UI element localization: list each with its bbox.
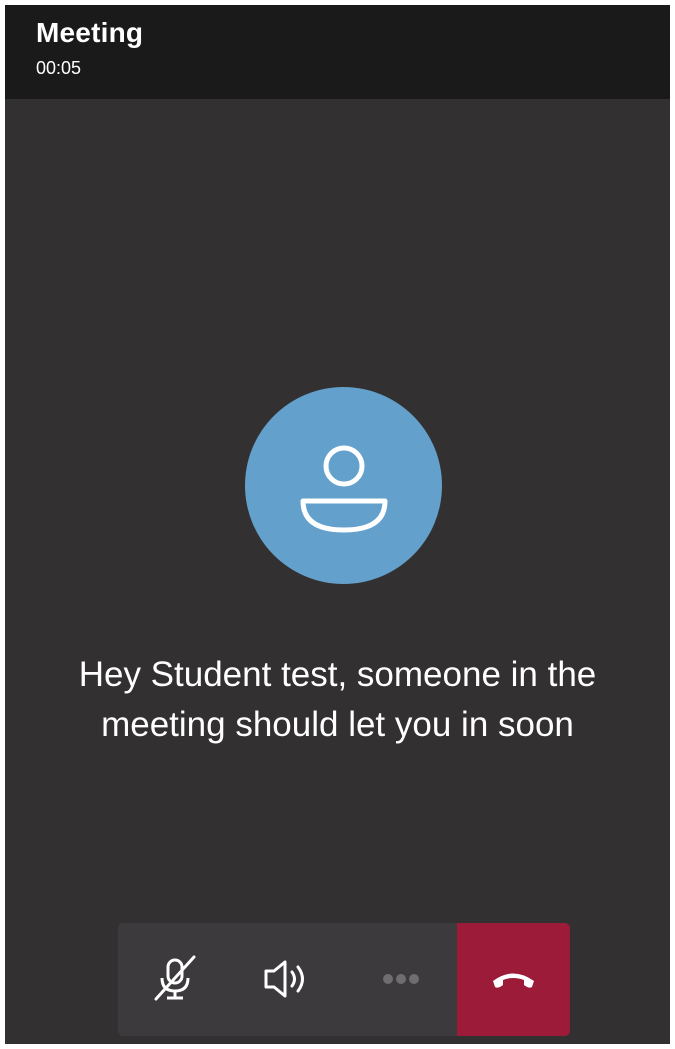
- speaker-button[interactable]: [231, 923, 344, 1036]
- meeting-header: Meeting 00:05: [5, 5, 670, 99]
- person-icon: [300, 445, 388, 533]
- microphone-muted-icon: [154, 955, 196, 1001]
- avatar: [245, 387, 442, 584]
- lobby-message-line-2: meeting should let you in soon: [101, 705, 574, 744]
- lobby-message: Hey Student test, someone in the meeting…: [25, 650, 650, 750]
- speaker-icon: [264, 960, 304, 998]
- hang-up-icon: [493, 973, 534, 988]
- more-options-button[interactable]: [344, 923, 457, 1036]
- meeting-title: Meeting: [36, 17, 144, 48]
- call-controls-bar: [118, 923, 570, 1036]
- call-timer: 00:05: [36, 58, 82, 78]
- hang-up-button[interactable]: [457, 923, 570, 1036]
- lobby-message-line-1: Hey Student test, someone in the: [78, 655, 597, 694]
- mute-button[interactable]: [118, 923, 231, 1036]
- meeting-window: Meeting 00:05 Hey Student test, someone …: [5, 5, 670, 1044]
- more-options-icon: [383, 974, 419, 984]
